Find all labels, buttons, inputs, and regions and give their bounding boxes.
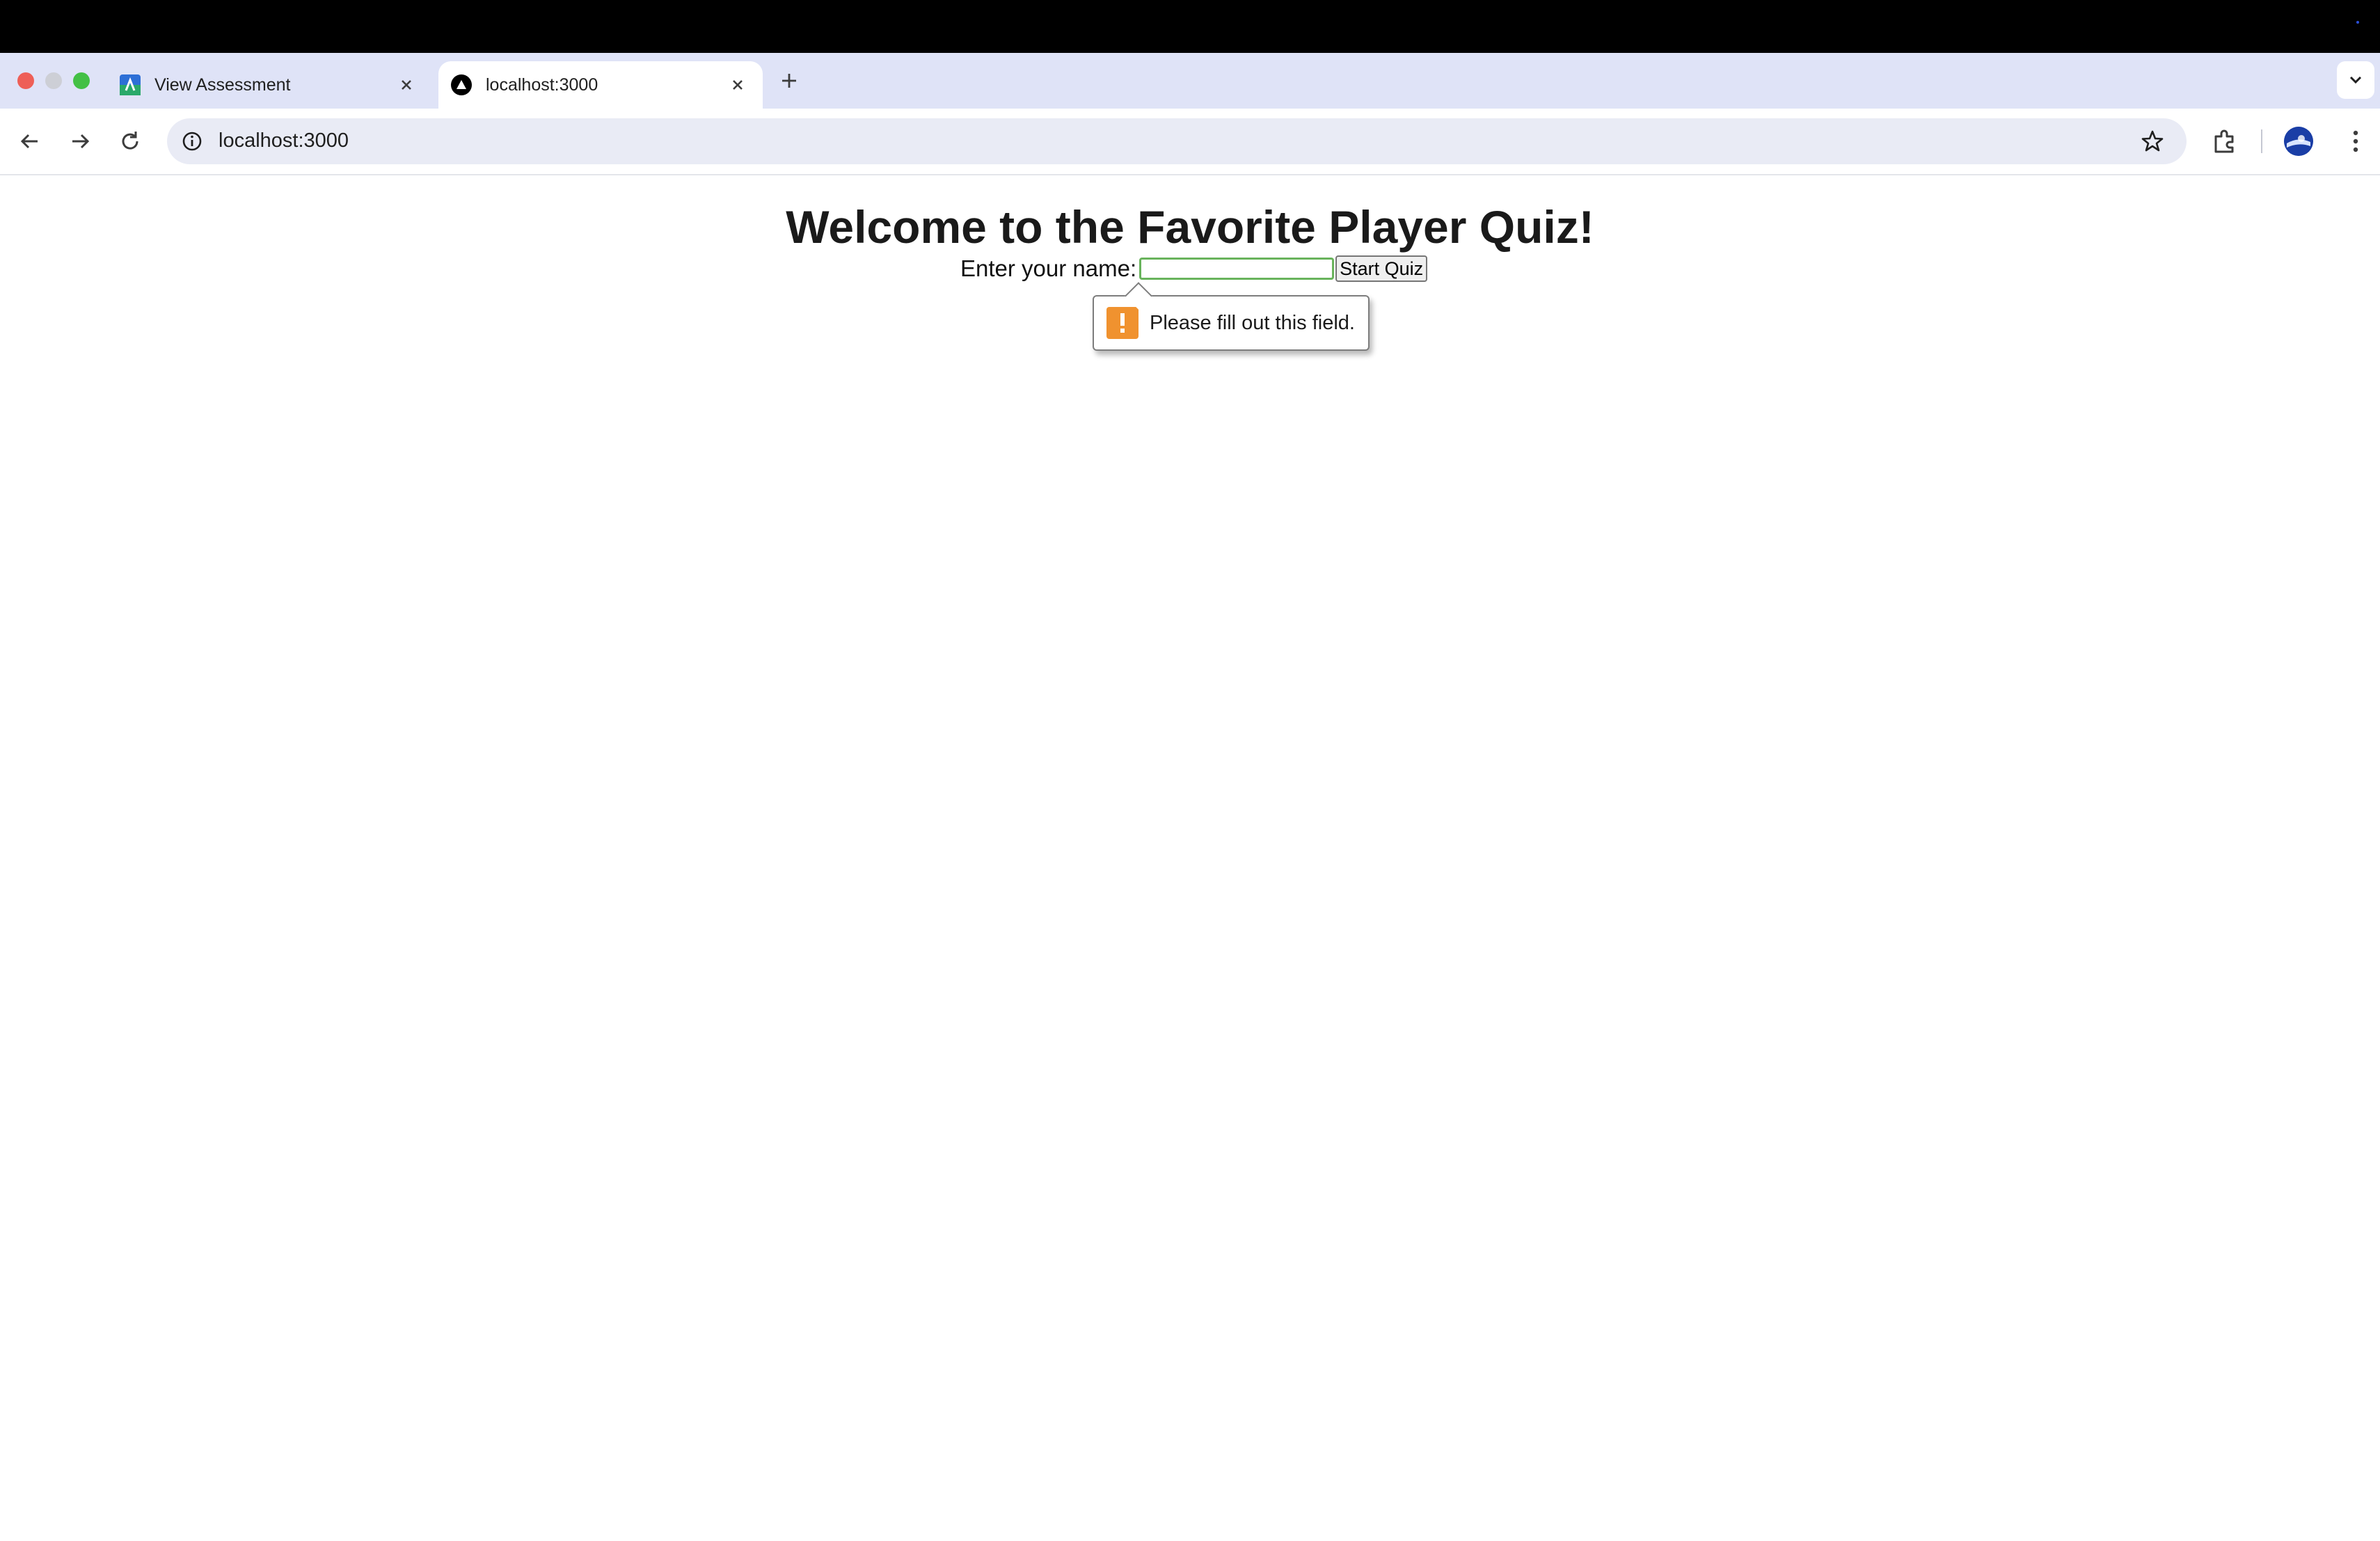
browser-menu-button[interactable] xyxy=(2338,124,2373,159)
browser-toolbar: localhost:3000 xyxy=(0,109,2380,175)
name-form: Enter your name: Start Quiz xyxy=(960,253,1428,284)
back-button[interactable] xyxy=(13,124,47,159)
maximize-window-button[interactable] xyxy=(73,72,90,89)
page-content: Welcome to the Favorite Player Quiz! Ent… xyxy=(0,175,2380,1541)
reload-button[interactable] xyxy=(113,124,148,159)
warning-icon xyxy=(1106,307,1139,339)
new-tab-button[interactable] xyxy=(777,68,802,93)
minimize-window-button[interactable] xyxy=(45,72,62,89)
assessment-logo-icon xyxy=(120,74,141,95)
plus-icon xyxy=(782,74,796,88)
bookmark-star-icon[interactable] xyxy=(2139,128,2166,155)
tab-search-button[interactable] xyxy=(2337,61,2374,99)
arrow-left-icon xyxy=(20,134,38,149)
tab-strip: View Assessment localhost:3000 xyxy=(0,53,2380,109)
validation-tooltip: Please fill out this field. xyxy=(1093,282,1370,351)
tab-localhost[interactable]: localhost:3000 xyxy=(438,61,763,109)
url-text: localhost:3000 xyxy=(219,129,349,152)
tab-title: View Assessment xyxy=(154,74,291,95)
os-top-bar xyxy=(0,0,2380,53)
name-input[interactable] xyxy=(1139,258,1335,280)
arrow-right-icon xyxy=(72,134,90,149)
more-vert-icon xyxy=(2353,130,2358,152)
tab-view-assessment[interactable]: View Assessment xyxy=(111,61,431,109)
close-tab-icon[interactable] xyxy=(395,74,418,96)
name-label: Enter your name: xyxy=(960,255,1137,281)
extensions-button[interactable] xyxy=(2207,124,2242,159)
address-bar[interactable]: localhost:3000 xyxy=(167,118,2187,164)
close-window-button[interactable] xyxy=(17,72,34,89)
toolbar-divider xyxy=(2261,129,2262,153)
start-quiz-button[interactable]: Start Quiz xyxy=(1335,255,1428,282)
site-info-icon[interactable] xyxy=(180,129,205,154)
chevron-down-icon xyxy=(2349,76,2362,84)
forward-button[interactable] xyxy=(63,124,97,159)
tab-title: localhost:3000 xyxy=(486,74,598,95)
vercel-triangle-icon xyxy=(451,74,472,95)
profile-avatar[interactable] xyxy=(2284,127,2313,156)
page-title: Welcome to the Favorite Player Quiz! xyxy=(786,201,1594,253)
validation-message: Please fill out this field. xyxy=(1150,311,1355,334)
status-dot xyxy=(2356,21,2359,24)
close-tab-icon[interactable] xyxy=(727,74,749,96)
tooltip-arrow xyxy=(1125,282,1152,310)
puzzle-icon xyxy=(2214,129,2234,153)
reload-icon xyxy=(122,132,138,150)
